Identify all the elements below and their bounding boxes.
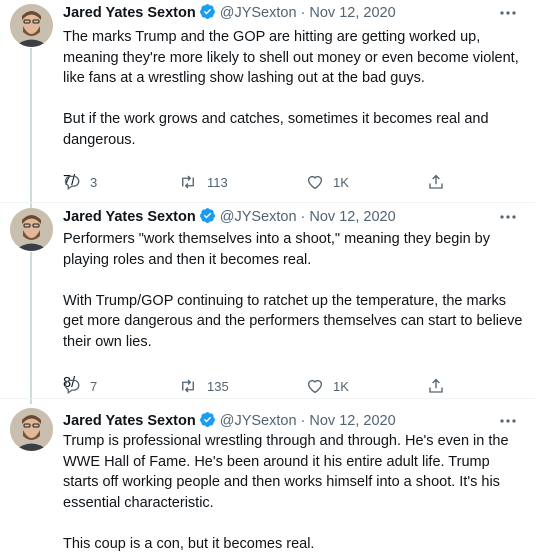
tweet-8[interactable]: Jared Yates Sexton @JYSexton · Nov 12, 2… <box>0 203 535 399</box>
reply-icon <box>63 377 81 395</box>
tweet-text: The marks Trump and the GOP are hitting … <box>63 27 523 191</box>
tweet-date[interactable]: Nov 12, 2020 <box>309 5 395 21</box>
tweet-9[interactable]: Jared Yates Sexton @JYSexton · Nov 12, 2… <box>0 399 535 544</box>
like-button[interactable]: 1K <box>306 173 349 191</box>
reply-count: 7 <box>90 379 97 394</box>
verified-badge-icon <box>199 207 216 228</box>
share-button[interactable] <box>427 377 445 395</box>
author-name[interactable]: Jared Yates Sexton <box>63 5 196 21</box>
avatar[interactable] <box>10 208 53 251</box>
tweet-paragraph: But if the work grows and catches, somet… <box>63 109 523 150</box>
like-button[interactable]: 1K <box>306 377 349 395</box>
tweet-7[interactable]: Jared Yates Sexton @JYSexton · Nov 12, 2… <box>0 0 535 203</box>
reply-button[interactable]: 3 <box>63 173 97 191</box>
tweet-date[interactable]: Nov 12, 2020 <box>309 209 395 225</box>
tweet-actions: 3 113 1K <box>63 172 523 192</box>
author-handle[interactable]: @JYSexton <box>220 413 297 429</box>
retweet-count: 135 <box>207 379 229 394</box>
tweet-text: Trump is professional wrestling through … <box>63 431 523 554</box>
author-handle[interactable]: @JYSexton <box>220 5 297 21</box>
avatar[interactable] <box>10 4 53 47</box>
author-name[interactable]: Jared Yates Sexton <box>63 209 196 225</box>
tweet-actions: 7 135 1K <box>63 376 523 396</box>
retweet-icon <box>178 173 198 191</box>
tweet-paragraph: Performers "work themselves into a shoot… <box>63 229 523 270</box>
reply-button[interactable]: 7 <box>63 377 97 395</box>
like-count: 1K <box>333 379 349 394</box>
separator-dot: · <box>301 413 306 429</box>
share-icon <box>427 377 445 395</box>
author-name[interactable]: Jared Yates Sexton <box>63 413 196 429</box>
share-button[interactable] <box>427 173 445 191</box>
reply-count: 3 <box>90 175 97 190</box>
tweet-paragraph: Trump is professional wrestling through … <box>63 431 523 513</box>
more-icon[interactable] <box>498 413 518 429</box>
tweet-header: Jared Yates Sexton @JYSexton · Nov 12, 2… <box>63 411 396 431</box>
tweet-text: Performers "work themselves into a shoot… <box>63 229 523 393</box>
retweet-button[interactable]: 113 <box>178 173 228 191</box>
avatar[interactable] <box>10 408 53 451</box>
author-handle[interactable]: @JYSexton <box>220 209 297 225</box>
more-icon[interactable] <box>498 5 518 21</box>
reply-icon <box>63 173 81 191</box>
tweet-date[interactable]: Nov 12, 2020 <box>309 413 395 429</box>
retweet-count: 113 <box>207 175 228 190</box>
tweet-header: Jared Yates Sexton @JYSexton · Nov 12, 2… <box>63 3 396 23</box>
retweet-icon <box>178 377 198 395</box>
heart-icon <box>306 173 324 191</box>
verified-badge-icon <box>199 411 216 432</box>
retweet-button[interactable]: 135 <box>178 377 229 395</box>
tweet-paragraph: With Trump/GOP continuing to ratchet up … <box>63 291 523 353</box>
separator-dot: · <box>301 5 306 21</box>
tweet-header: Jared Yates Sexton @JYSexton · Nov 12, 2… <box>63 207 396 227</box>
like-count: 1K <box>333 175 349 190</box>
share-icon <box>427 173 445 191</box>
heart-icon <box>306 377 324 395</box>
separator-dot: · <box>301 209 306 225</box>
tweet-paragraph: The marks Trump and the GOP are hitting … <box>63 27 523 89</box>
more-icon[interactable] <box>498 209 518 225</box>
verified-badge-icon <box>199 3 216 24</box>
